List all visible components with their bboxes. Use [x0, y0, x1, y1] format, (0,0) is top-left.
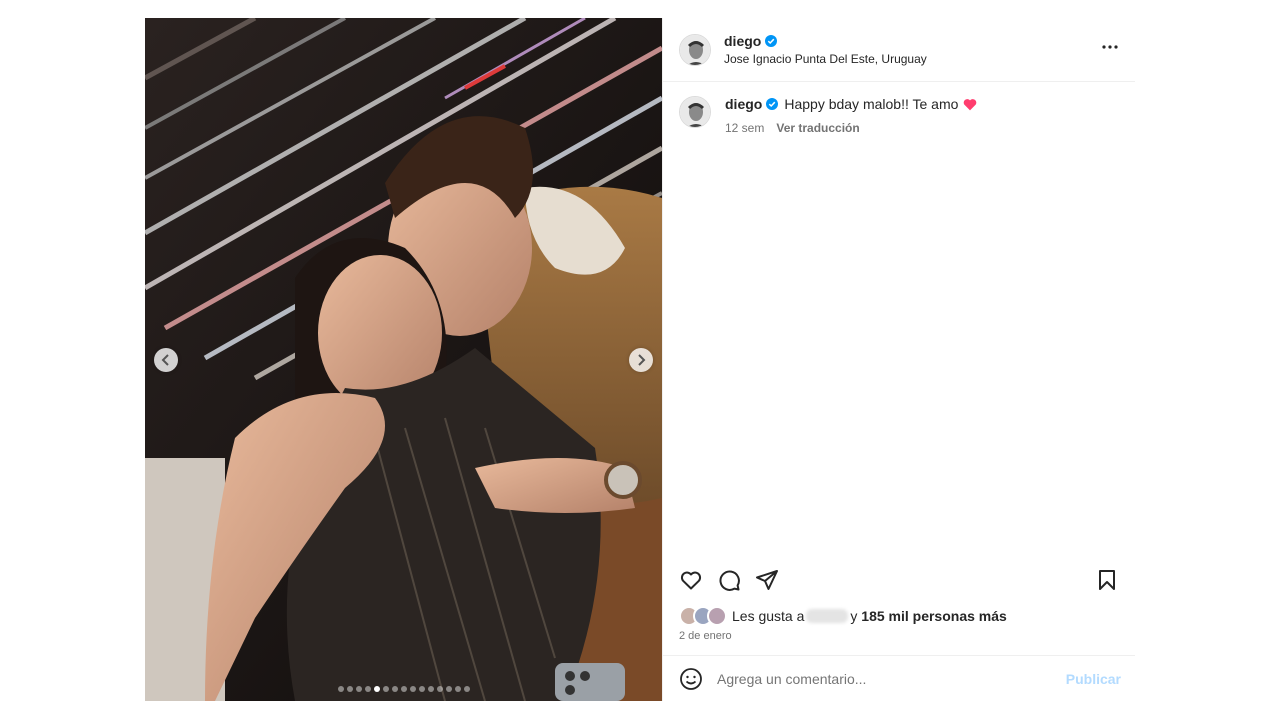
caption-row: diego Happy bday malob!! Te amo 12 sem V… — [663, 82, 1135, 149]
carousel-dot — [364, 686, 371, 692]
bookmark-icon[interactable] — [1095, 568, 1119, 592]
translate-link[interactable]: Ver traducción — [776, 121, 859, 135]
carousel-dot — [373, 686, 380, 692]
username[interactable]: diego — [724, 33, 761, 49]
smiley-icon[interactable] — [679, 667, 703, 691]
carousel-indicator — [145, 686, 662, 692]
carousel-dot — [454, 686, 461, 692]
location-link[interactable]: Jose Ignacio Punta Del Este, Uruguay — [724, 52, 927, 66]
carousel-prev-button[interactable] — [154, 348, 178, 372]
carousel-dot — [463, 686, 470, 692]
comment-bar: Publicar — [663, 655, 1135, 701]
carousel-dot — [391, 686, 398, 692]
avatar[interactable] — [679, 33, 711, 66]
caption-age: 12 sem — [725, 121, 765, 135]
likes-summary[interactable]: Les gusta a y 185 mil personas más — [679, 606, 1007, 626]
publish-button[interactable]: Publicar — [1066, 671, 1121, 687]
likes-count[interactable]: 185 mil personas más — [861, 608, 1007, 624]
post-header: diego Jose Ignacio Punta Del Este, Urugu… — [663, 18, 1135, 82]
comment-input[interactable] — [717, 670, 1066, 687]
action-bar — [663, 566, 1135, 594]
caption-text: Happy bday malob!! Te amo — [784, 96, 959, 112]
more-horizontal-icon[interactable] — [1101, 42, 1119, 52]
carousel-dot — [346, 686, 353, 692]
blurred-username — [806, 609, 849, 623]
carousel-dot — [427, 686, 434, 692]
avatar[interactable] — [679, 96, 711, 128]
carousel-dot — [436, 686, 443, 692]
post-container: diego Jose Ignacio Punta Del Este, Urugu… — [145, 18, 1135, 701]
verified-badge-icon — [766, 98, 779, 110]
post-side-panel: diego Jose Ignacio Punta Del Este, Urugu… — [662, 18, 1135, 701]
paper-plane-icon[interactable] — [755, 568, 779, 592]
liker-avatars — [679, 606, 727, 626]
likes-connector: y — [850, 608, 858, 624]
carousel-dot — [445, 686, 452, 692]
chevron-left-icon — [161, 354, 169, 366]
heart-emoji-icon — [964, 98, 977, 110]
carousel-dot — [409, 686, 416, 692]
chevron-right-icon — [638, 354, 646, 366]
carousel-dot — [337, 686, 344, 692]
comment-icon[interactable] — [717, 568, 741, 592]
carousel-dot — [418, 686, 425, 692]
heart-icon[interactable] — [679, 568, 703, 592]
post-media — [145, 18, 662, 701]
carousel-dot — [355, 686, 362, 692]
caption-username[interactable]: diego — [725, 96, 762, 112]
likes-prefix: Les gusta a — [732, 608, 805, 624]
carousel-next-button[interactable] — [629, 348, 653, 372]
carousel-dot — [400, 686, 407, 692]
verified-badge-icon — [765, 35, 778, 47]
post-date[interactable]: 2 de enero — [679, 630, 732, 642]
carousel-dot — [382, 686, 389, 692]
post-photo — [145, 18, 662, 701]
